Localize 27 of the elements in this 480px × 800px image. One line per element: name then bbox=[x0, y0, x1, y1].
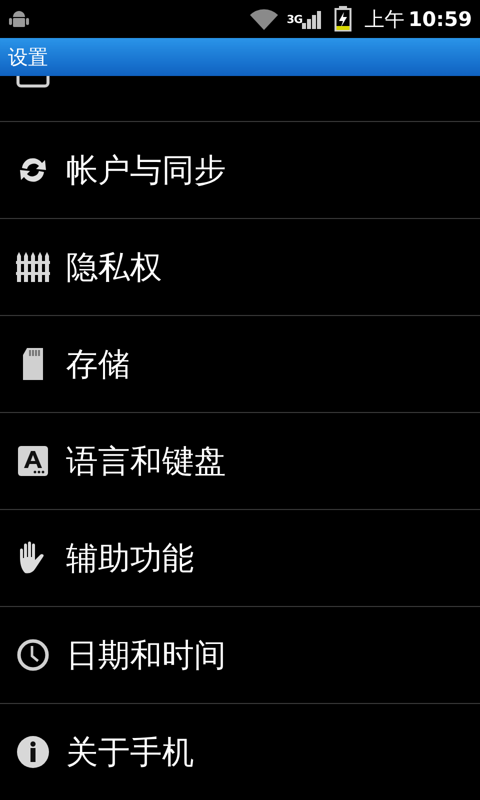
settings-item[interactable]: 语言和键盘 bbox=[0, 413, 480, 509]
battery-icon bbox=[334, 6, 352, 32]
network-type: 3G bbox=[286, 14, 302, 24]
clock-time: 10:59 bbox=[408, 9, 472, 29]
sd-card-icon bbox=[21, 347, 45, 381]
item-label: 帐户与同步 bbox=[66, 154, 226, 186]
settings-item[interactable]: 关于手机 bbox=[0, 704, 480, 800]
item-label: 语言和键盘 bbox=[66, 445, 226, 477]
item-label: 存储 bbox=[66, 348, 130, 380]
wifi-icon bbox=[248, 7, 279, 31]
settings-item[interactable]: 存储 bbox=[0, 316, 480, 412]
keyboard-key-icon bbox=[18, 446, 48, 476]
item-label: 隐私权 bbox=[66, 251, 162, 283]
item-label: 日期和时间 bbox=[66, 639, 226, 671]
window-title: 设置 bbox=[8, 47, 48, 67]
info-icon bbox=[16, 735, 50, 769]
clock-icon bbox=[16, 638, 50, 672]
settings-item[interactable]: 辅助功能 bbox=[0, 510, 480, 606]
settings-item[interactable]: 日期和时间 bbox=[0, 607, 480, 703]
settings-item[interactable]: 隐私权 bbox=[0, 219, 480, 315]
android-icon bbox=[8, 8, 30, 30]
signal-icon bbox=[302, 9, 322, 29]
fence-icon bbox=[16, 251, 50, 283]
item-label: 辅助功能 bbox=[66, 542, 194, 574]
settings-item[interactable]: 帐户与同步 bbox=[0, 122, 480, 218]
am-pm-label: 上午 bbox=[364, 9, 404, 29]
item-label: 关于手机 bbox=[66, 736, 194, 768]
